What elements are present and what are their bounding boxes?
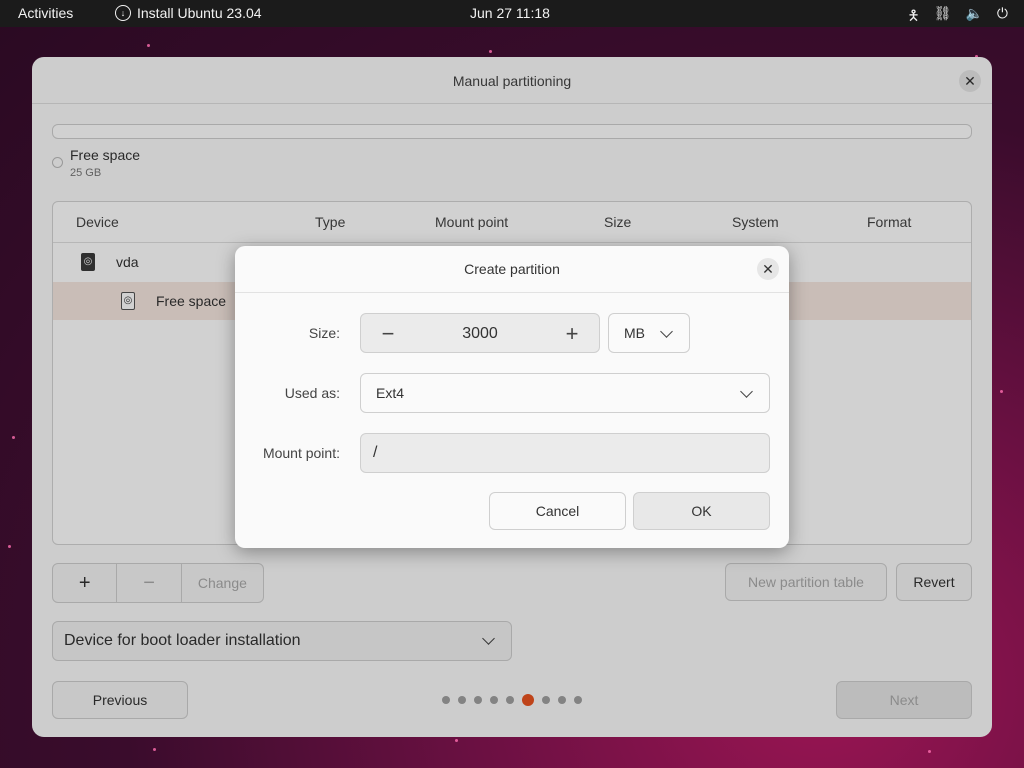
background-star bbox=[153, 748, 156, 751]
used-as-label: Used as: bbox=[284, 385, 340, 401]
download-icon: ↓ bbox=[115, 5, 131, 21]
chevron-down-icon bbox=[740, 383, 753, 399]
unit-dropdown[interactable]: MB bbox=[608, 313, 690, 353]
filesystem-value: Ext4 bbox=[376, 385, 405, 401]
chevron-down-icon bbox=[660, 323, 673, 339]
mount-point-input[interactable]: / bbox=[360, 433, 770, 473]
close-icon: ✕ bbox=[762, 260, 774, 277]
divider bbox=[235, 292, 789, 293]
activities-button[interactable]: Activities bbox=[18, 5, 73, 21]
dialog-title: Create partition bbox=[464, 261, 560, 277]
volume-icon[interactable]: 🔈 bbox=[965, 5, 982, 29]
background-star bbox=[455, 739, 458, 742]
top-bar: Activities ↓ Install Ubuntu 23.04 Jun 27… bbox=[0, 0, 1024, 27]
mount-point-value: / bbox=[373, 444, 378, 461]
app-menu[interactable]: ↓ Install Ubuntu 23.04 bbox=[115, 5, 262, 21]
size-label: Size: bbox=[308, 325, 340, 341]
clock[interactable]: Jun 27 11:18 bbox=[470, 5, 550, 21]
size-spinbutton: − 3000 + bbox=[360, 313, 600, 353]
accessibility-icon[interactable]: 🯅 bbox=[907, 5, 919, 29]
ok-button[interactable]: OK bbox=[633, 492, 770, 530]
unit-value: MB bbox=[624, 325, 645, 341]
create-partition-dialog: Create partition ✕ Size: − 3000 + MB Use… bbox=[235, 246, 789, 548]
system-tray[interactable]: 🯅 ⛓ 🔈 ⏻ bbox=[907, 5, 1008, 29]
network-icon[interactable]: ⛓ bbox=[934, 5, 952, 29]
background-star bbox=[147, 44, 150, 47]
dialog-close-button[interactable]: ✕ bbox=[757, 258, 779, 280]
background-star bbox=[928, 750, 931, 753]
background-star bbox=[8, 545, 11, 548]
background-star bbox=[489, 50, 492, 53]
background-star bbox=[12, 436, 15, 439]
filesystem-dropdown[interactable]: Ext4 bbox=[360, 373, 770, 413]
app-title: Install Ubuntu 23.04 bbox=[137, 5, 262, 21]
mount-point-label: Mount point: bbox=[262, 445, 340, 461]
background-star bbox=[1000, 390, 1003, 393]
cancel-button[interactable]: Cancel bbox=[489, 492, 626, 530]
increase-button[interactable]: + bbox=[557, 321, 587, 347]
power-icon[interactable]: ⏻ bbox=[997, 5, 1008, 29]
